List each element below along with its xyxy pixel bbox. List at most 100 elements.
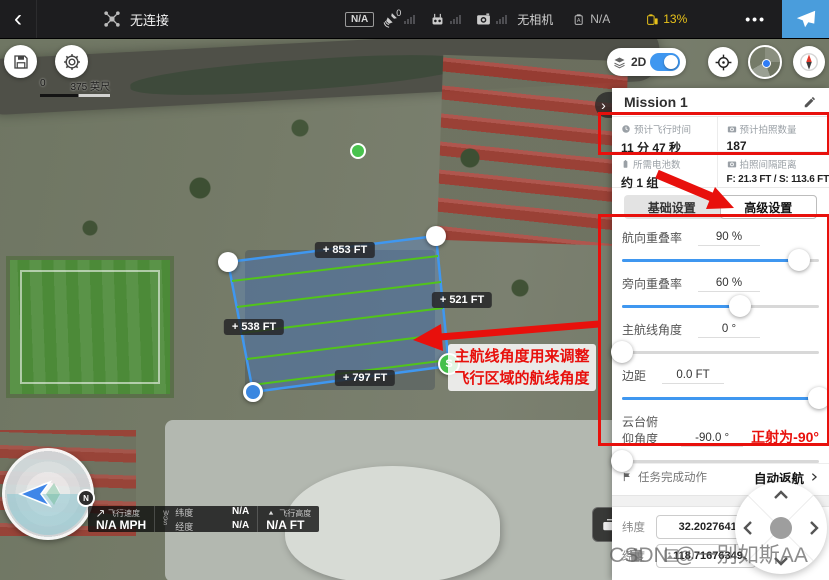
mission-panel: › Mission 1 预计飞行时间 11 分 47 秒 xyxy=(612,88,829,580)
stat-photo-count: 预计拍照数量 187 xyxy=(717,117,829,152)
locate-me-button[interactable] xyxy=(708,47,738,77)
mission-title: Mission 1 xyxy=(624,94,803,110)
edge-length-label-right: + 521 FT xyxy=(432,292,492,308)
slider-track[interactable] xyxy=(622,397,819,400)
battery-icon xyxy=(621,159,630,169)
gps-signal-bars xyxy=(404,15,415,24)
mission-stats-grid: 预计飞行时间 11 分 47 秒 预计拍照数量 187 所需 xyxy=(612,117,829,188)
stat-flight-time: 预计飞行时间 11 分 47 秒 xyxy=(612,117,717,152)
telemetry-bar: 飞行速度 N/A MPH WGS 纬度N/A 经度N/A 飞行高度 N/A FT xyxy=(88,506,319,532)
mission-title-bar: Mission 1 xyxy=(612,88,829,117)
save-icon xyxy=(12,53,30,71)
chevron-right-icon xyxy=(809,471,819,483)
tab-basic-settings[interactable]: 基础设置 xyxy=(624,195,720,219)
image-icon[interactable] xyxy=(662,547,681,564)
compass-reset-button[interactable] xyxy=(793,46,825,78)
takeoff-button[interactable] xyxy=(782,0,829,38)
slider-forward-overlap: 航向重叠率90 % xyxy=(622,229,819,275)
slider-value-field[interactable]: -90.0 ° xyxy=(681,432,743,447)
slider-handle[interactable] xyxy=(729,295,751,317)
drone-icon xyxy=(102,9,122,29)
slider-value-field[interactable]: 90 % xyxy=(698,231,760,246)
slider-handle[interactable] xyxy=(788,249,810,271)
crosshair-icon xyxy=(714,53,733,72)
back-button[interactable]: ‹ xyxy=(0,0,37,38)
dpad-left-icon[interactable] xyxy=(743,520,753,536)
airplane-icon xyxy=(795,8,817,30)
connection-status: 无连接 xyxy=(130,10,169,29)
chevron-right-icon: › xyxy=(601,97,606,113)
slider-margin: 边距0.0 FT xyxy=(622,367,819,413)
telemetry-altitude: 飞行高度 N/A FT xyxy=(258,506,319,532)
tab-advanced-settings[interactable]: 高级设置 xyxy=(720,195,818,219)
map-compass-widget[interactable]: N xyxy=(2,448,94,540)
stat-batteries-needed: 所需电池数 约 1 组 xyxy=(612,152,717,187)
nudge-dpad xyxy=(735,482,827,574)
slider-value-field[interactable]: 0 ° xyxy=(698,323,760,338)
slider-handle[interactable] xyxy=(611,450,633,472)
map-scale-bar: 0375 英尺 xyxy=(40,78,110,97)
remote-controller-icon xyxy=(429,11,446,28)
aircraft-battery-icon: A xyxy=(573,12,586,27)
edge-length-label-top: + 853 FT xyxy=(315,242,375,258)
minimap-thumbnail[interactable] xyxy=(748,45,782,79)
slider-track[interactable] xyxy=(622,259,819,262)
camera-icon xyxy=(727,159,737,169)
annotation-note-route-angle: 主航线角度用来调整 飞行区域的航线角度 xyxy=(448,344,596,391)
slider-value-field[interactable]: 0.0 FT xyxy=(662,369,724,384)
edit-pencil-icon[interactable] xyxy=(803,95,817,109)
map-view-toggle[interactable]: 2D xyxy=(607,48,686,76)
top-status-bar: ‹ 无连接 N/A 0 xyxy=(0,0,829,39)
telemetry-speed: 飞行速度 N/A MPH xyxy=(88,506,155,532)
compass-north-badge: N xyxy=(77,489,95,507)
camera-icon xyxy=(475,11,492,28)
edge-length-label-left: + 538 FT xyxy=(224,319,284,335)
speed-arrow-icon xyxy=(96,509,105,518)
map-green-marker xyxy=(350,143,366,159)
stat-photo-interval: 拍照间隔距离 F: 21.3 FT / S: 113.6 FT xyxy=(717,152,829,187)
rc-battery-status: 13% xyxy=(646,12,687,27)
camera-icon xyxy=(727,124,737,134)
polygon-vertex-handle[interactable] xyxy=(218,252,238,272)
clock-icon xyxy=(621,124,631,134)
minimap-position-dot xyxy=(762,59,771,68)
aircraft-battery-status: A N/A xyxy=(573,12,610,27)
camera-status: 无相机 xyxy=(517,11,553,28)
camera-signal-bars xyxy=(496,15,507,24)
slider-track[interactable] xyxy=(622,351,819,354)
dpad-center-button[interactable] xyxy=(770,517,792,539)
aircraft-heading-arrow-icon xyxy=(16,479,66,509)
flag-icon xyxy=(622,471,633,483)
slider-value-field[interactable]: 60 % xyxy=(698,277,760,292)
app-window: S + 853 FT + 521 FT + 538 FT + 797 FT 主航… xyxy=(0,0,829,580)
flight-mode-badge: N/A xyxy=(345,12,374,27)
compass-needle-icon xyxy=(798,51,820,73)
dpad-right-icon[interactable] xyxy=(809,520,819,536)
settings-button[interactable] xyxy=(55,45,88,78)
altitude-icon xyxy=(266,509,276,518)
slider-handle[interactable] xyxy=(611,341,633,363)
polygon-vertex-handle[interactable] xyxy=(426,226,446,246)
slider-track[interactable] xyxy=(622,305,819,308)
gps-satellite-count: 0 xyxy=(396,8,401,18)
dpad-down-icon[interactable] xyxy=(773,556,789,566)
dpad-up-icon[interactable] xyxy=(773,490,789,500)
telemetry-gps: WGS 纬度N/A 经度N/A xyxy=(155,506,258,532)
more-menu-button[interactable]: ••• xyxy=(745,11,766,27)
view-toggle-label: 2D xyxy=(631,55,646,69)
layers-icon xyxy=(612,55,627,70)
gear-icon xyxy=(62,52,82,72)
slider-handle[interactable] xyxy=(808,387,829,409)
polygon-vertex-handle-selected[interactable] xyxy=(243,382,263,402)
edge-length-label-bottom: + 797 FT xyxy=(335,370,395,386)
trash-icon[interactable] xyxy=(627,545,644,566)
save-mission-button[interactable] xyxy=(4,45,37,78)
annotation-gimbal-note: 正射为-90° xyxy=(751,427,819,447)
rc-battery-icon xyxy=(646,12,659,27)
svg-text:A: A xyxy=(577,18,581,24)
view-2d-toggle-switch[interactable] xyxy=(650,53,680,71)
settings-tabs: 基础设置 高级设置 xyxy=(624,195,817,219)
datum-label: WGS xyxy=(163,512,171,527)
slider-track[interactable] xyxy=(622,460,819,463)
rc-signal-bars xyxy=(450,15,461,24)
